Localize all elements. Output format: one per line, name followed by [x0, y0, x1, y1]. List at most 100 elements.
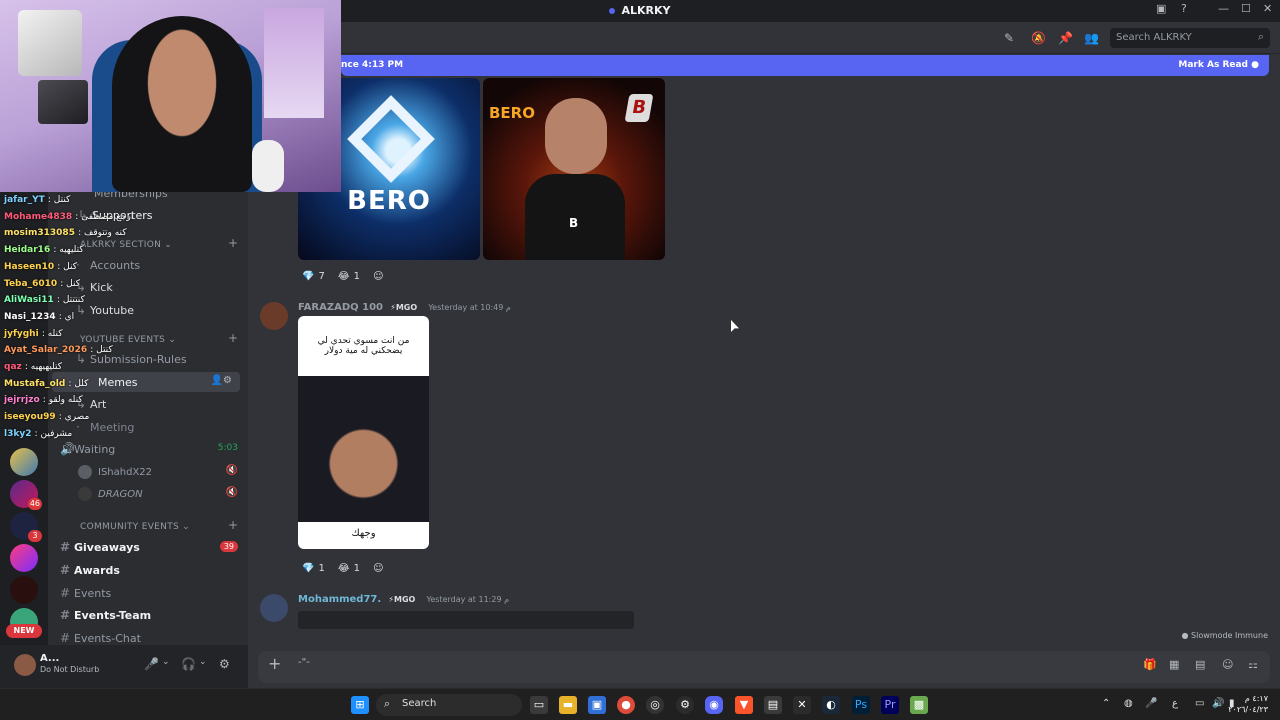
add-channel-icon[interactable]: + — [228, 518, 238, 532]
start-icon[interactable]: ⊞ — [351, 696, 369, 714]
meme-picture — [298, 376, 429, 522]
search-input[interactable]: Search ALKRKY ⌕ — [1110, 28, 1270, 48]
close-icon[interactable]: ✕ — [1263, 2, 1272, 15]
chat-message: : كتليهيه — [53, 245, 84, 256]
new-messages-bar[interactable]: nce 4:13 PM Mark As Read ● — [341, 55, 1269, 76]
stream-chat-line: qaz : كتليهيهيه — [4, 362, 62, 372]
add-attachment-icon[interactable]: + — [268, 654, 281, 673]
threads-icon[interactable]: ✎ — [1004, 31, 1014, 45]
chrome-icon[interactable]: ● — [617, 696, 635, 714]
laugh-emoji-icon: 😂 — [337, 563, 350, 574]
chat-message: : كنل — [57, 261, 77, 272]
new-servers-badge[interactable]: NEW — [6, 624, 42, 638]
search-icon: ⌕ — [384, 697, 391, 710]
photoshop-icon[interactable]: Ps — [852, 696, 870, 714]
category-community-events[interactable]: COMMUNITY EVENTS ⌄ — [80, 522, 190, 532]
chat-username: jafar_YT — [4, 195, 48, 205]
settings-icon[interactable]: ⚙ — [676, 696, 694, 714]
channel-events[interactable]: # Events — [60, 586, 111, 600]
maximize-icon[interactable]: ☐ — [1241, 2, 1251, 15]
webcam-overlay — [0, 0, 341, 192]
pin-icon[interactable]: 📌 — [1058, 31, 1073, 45]
reaction-button[interactable]: 😂 1 — [338, 560, 360, 578]
taskbar-search[interactable]: ⌕ Search — [376, 694, 522, 716]
chat-username: Teba_6010 — [4, 278, 61, 289]
inbox-icon[interactable]: ▣ — [1156, 2, 1166, 15]
add-channel-icon[interactable]: + — [228, 236, 238, 250]
reaction-button[interactable]: 💎 1 — [302, 560, 325, 578]
add-channel-icon[interactable]: + — [228, 331, 238, 345]
avatar[interactable] — [260, 594, 288, 622]
stream-chat-line: mosim313085 : كنه وتتوقف — [4, 228, 127, 238]
gift-icon[interactable]: 🎁 — [1143, 658, 1157, 671]
members-icon[interactable]: 👥 — [1084, 31, 1099, 45]
channel-awards[interactable]: # Awards — [60, 563, 120, 577]
chat-message: : كنله ولقو — [42, 395, 83, 406]
app-icon[interactable]: ◎ — [646, 696, 664, 714]
voice-user[interactable]: IShahdX22 — [78, 465, 152, 479]
background-shelf — [264, 8, 324, 118]
reaction-button[interactable]: 😂 1 — [338, 268, 360, 286]
avatar[interactable] — [14, 654, 36, 676]
message-header: FARAZADQ 100 ⚡MGO Yesterday at 10:49 م — [298, 302, 511, 313]
volume-icon[interactable]: 🔊 — [1212, 698, 1224, 709]
add-reaction-icon[interactable]: ☺ — [373, 268, 383, 286]
voice-user[interactable]: DRAGON — [78, 487, 143, 501]
channel-events-team[interactable]: # Events-Team — [60, 608, 151, 622]
mute-bell-icon[interactable]: 🔕 — [1031, 31, 1046, 45]
app-icon[interactable]: ▤ — [764, 696, 782, 714]
server-icon[interactable] — [10, 576, 38, 604]
gear-icon[interactable]: ⚙ — [219, 657, 230, 671]
file-explorer-icon[interactable]: ▬ — [559, 696, 577, 714]
mark-as-read-button[interactable]: Mark As Read ● — [1178, 60, 1259, 70]
server-icon[interactable]: 46 — [10, 480, 42, 510]
steam-icon[interactable]: ◐ — [822, 696, 840, 714]
chat-message: : كنه وتتوقف — [78, 228, 127, 239]
windows-taskbar: ⊞ ⌕ Search ▭ ▬ ▣ ● ◎ ⚙ ◉ ▼ ▤ ✕ ◐ Ps Pr ▩ … — [0, 688, 1280, 720]
server-icon[interactable] — [10, 448, 38, 476]
message-input[interactable] — [258, 651, 1270, 683]
emoji-icon[interactable]: ☺ — [1222, 658, 1233, 671]
chat-username: qaz — [4, 362, 25, 372]
capcut-icon[interactable]: ✕ — [793, 696, 811, 714]
chevron-up-icon[interactable]: ⌃ — [1102, 698, 1110, 709]
author-name[interactable]: Mohammed77. — [298, 594, 381, 605]
gif-icon[interactable]: ▦ — [1169, 658, 1179, 671]
store-icon[interactable]: ▣ — [588, 696, 606, 714]
channel-settings-icon[interactable]: 👤⚙ — [211, 375, 232, 386]
background-plaque — [38, 80, 88, 124]
microphone-icon[interactable]: 🎤 — [1145, 698, 1157, 709]
channel-events-chat[interactable]: # Events-Chat — [60, 631, 141, 645]
server-icon[interactable] — [10, 544, 38, 572]
discord-icon[interactable]: ◉ — [705, 696, 723, 714]
sticker-icon[interactable]: ▤ — [1195, 658, 1205, 671]
brave-icon[interactable]: ▼ — [735, 696, 753, 714]
meme-image[interactable]: من انت مسوي تحدي لي يضحكني له مية دولار … — [298, 316, 429, 549]
minimize-icon[interactable]: — — [1218, 2, 1229, 15]
username[interactable]: A... — [40, 653, 59, 664]
chevron-down-icon[interactable]: ⌄ — [162, 657, 170, 667]
wifi-icon[interactable]: ▭ — [1195, 698, 1204, 709]
language-indicator[interactable]: ع — [1172, 698, 1178, 709]
task-view-icon[interactable]: ▭ — [530, 696, 548, 714]
avatar — [78, 487, 92, 501]
channel-giveaways[interactable]: # Giveaways — [60, 540, 140, 554]
minecraft-icon[interactable]: ▩ — [910, 696, 928, 714]
headphones-icon[interactable]: 🎧 — [181, 657, 196, 671]
tray-app-icon[interactable]: ◍ — [1124, 698, 1133, 709]
system-clock[interactable]: ٤:١٧ م ٢٠٢٦/٠٤/٢٣ — [1228, 693, 1268, 715]
apps-icon[interactable]: ⚏ — [1248, 658, 1258, 671]
stream-chat-line: Mustafa_old : كلل — [4, 379, 88, 389]
attachment-image[interactable]: BERO B B — [483, 78, 665, 260]
chat-username: Ayat_Salar_2026 — [4, 345, 91, 356]
hash-icon: # — [60, 540, 71, 554]
avatar[interactable] — [260, 302, 288, 330]
microphone-icon[interactable]: 🎤 — [144, 657, 159, 671]
help-icon[interactable]: ? — [1181, 2, 1187, 15]
premiere-icon[interactable]: Pr — [881, 696, 899, 714]
server-icon[interactable]: 3 — [10, 512, 42, 542]
author-name[interactable]: FARAZADQ 100 — [298, 302, 383, 313]
add-reaction-icon[interactable]: ☺ — [373, 560, 383, 578]
chevron-down-icon[interactable]: ⌄ — [199, 657, 207, 667]
reaction-button[interactable]: 💎 7 — [302, 268, 325, 286]
